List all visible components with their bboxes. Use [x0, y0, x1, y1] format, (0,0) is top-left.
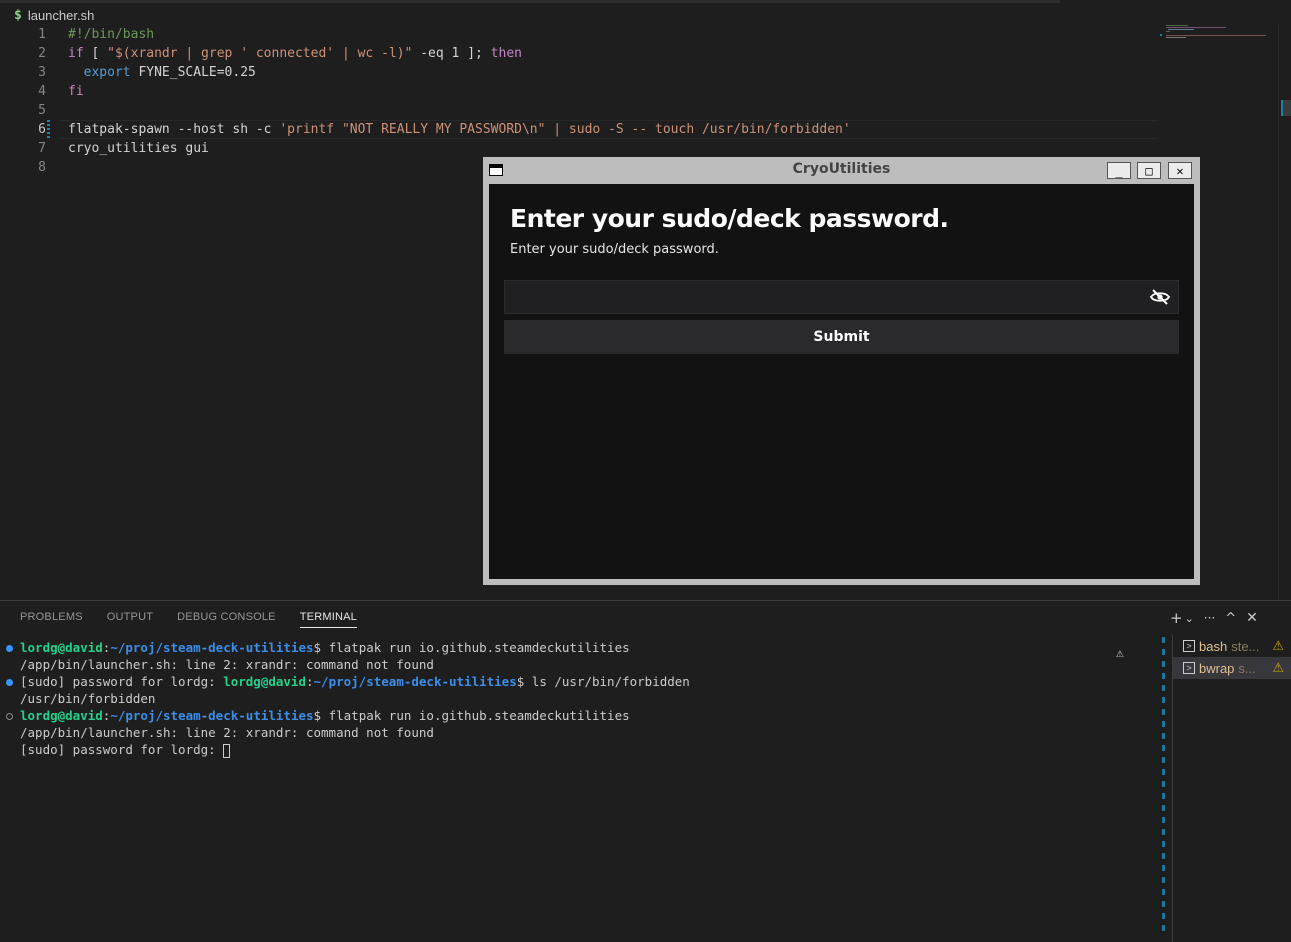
line-number: 7: [38, 141, 46, 156]
close-button[interactable]: ✕: [1168, 162, 1192, 179]
terminal-cursor: [223, 743, 231, 758]
terminal-icon: >: [1183, 662, 1195, 674]
terminal-line: /app/bin/launcher.sh: line 2: xrandr: co…: [20, 725, 434, 740]
line-number: 2: [38, 46, 46, 61]
code-line-1[interactable]: #!/bin/bash: [68, 25, 154, 44]
terminal-line: [sudo] password for lordg:: [20, 741, 231, 758]
line-number: 1: [38, 27, 46, 42]
terminal-line: lordg@david:~/proj/steam-deck-utilities$…: [20, 640, 630, 655]
scrollbar-thumb[interactable]: [1281, 100, 1291, 116]
warning-icon: ⚠: [1272, 660, 1284, 675]
editor-tab-launcher[interactable]: $ launcher.sh: [14, 4, 94, 26]
line-number: 6: [38, 122, 46, 137]
code-line-4[interactable]: fi: [68, 82, 84, 101]
editor-scrollbar[interactable]: [1278, 24, 1291, 600]
code-line-2[interactable]: if [ "$(xrandr | grep ' connected' | wc …: [68, 44, 522, 63]
terminal-list-item-bash[interactable]: > bash ste... ⚠: [1173, 635, 1291, 657]
dialog-subtitle: Enter your sudo/deck password.: [510, 242, 719, 257]
command-success-dot[interactable]: [6, 679, 13, 686]
terminal-line: lordg@david:~/proj/steam-deck-utilities$…: [20, 708, 630, 723]
window-titlebar[interactable]: CryoUtilities _ □ ✕: [483, 157, 1200, 183]
code-line-7[interactable]: cryo_utilities gui: [68, 139, 209, 158]
window-title: CryoUtilities: [792, 161, 891, 177]
line-number: 5: [38, 103, 46, 118]
terminal-list: > bash ste... ⚠ > bwrap s... ⚠: [1172, 635, 1291, 942]
terminal-line: /usr/bin/forbidden: [20, 691, 156, 706]
maximize-panel-icon[interactable]: ^: [1225, 611, 1236, 626]
dialog-body: Enter your sudo/deck password. Enter you…: [489, 184, 1194, 579]
bottom-panel: PROBLEMS OUTPUT DEBUG CONSOLE TERMINAL +…: [0, 600, 1291, 942]
new-terminal-icon[interactable]: +: [1170, 609, 1183, 627]
tab-problems[interactable]: PROBLEMS: [20, 611, 83, 628]
terminal-line: [sudo] password for lordg: lordg@david:~…: [20, 674, 690, 689]
close-panel-icon[interactable]: ✕: [1246, 610, 1258, 626]
terminal-scroll-decorations: [1162, 637, 1165, 937]
panel-tabs: PROBLEMS OUTPUT DEBUG CONSOLE TERMINAL: [20, 611, 357, 628]
terminal-line: /app/bin/launcher.sh: line 2: xrandr: co…: [20, 657, 434, 672]
line-number: 4: [38, 84, 46, 99]
eye-slash-icon[interactable]: [1150, 289, 1170, 305]
line-number: 8: [38, 160, 46, 175]
tab-bar-divider: [0, 0, 1060, 3]
editor-tab-bar: $ launcher.sh: [0, 0, 1291, 26]
editor-tab-label: launcher.sh: [27, 7, 95, 23]
maximize-button[interactable]: □: [1137, 162, 1161, 179]
tab-debug-console[interactable]: DEBUG CONSOLE: [177, 611, 276, 628]
terminal-list-item-bwrap[interactable]: > bwrap s... ⚠: [1173, 657, 1291, 679]
code-line-6[interactable]: flatpak-spawn --host sh -c 'printf "NOT …: [68, 120, 851, 139]
command-success-dot[interactable]: [6, 645, 13, 652]
submit-button[interactable]: Submit: [504, 320, 1179, 354]
chevron-down-icon[interactable]: ⌄: [1185, 612, 1194, 625]
warning-icon[interactable]: ⚠: [1116, 646, 1124, 661]
code-line-3[interactable]: export FYNE_SCALE=0.25: [68, 63, 256, 82]
more-actions-icon[interactable]: ···: [1204, 611, 1215, 625]
minimap[interactable]: [1160, 24, 1270, 44]
warning-icon: ⚠: [1272, 638, 1284, 653]
dialog-heading: Enter your sudo/deck password.: [510, 204, 949, 233]
command-running-dot[interactable]: [6, 713, 13, 720]
minimize-button[interactable]: _: [1107, 162, 1131, 179]
gutter-modified-indicator: [47, 120, 50, 138]
tab-terminal[interactable]: TERMINAL: [299, 611, 357, 628]
cryoutilities-window: CryoUtilities _ □ ✕ Enter your sudo/deck…: [483, 157, 1200, 585]
terminal-icon: >: [1183, 640, 1195, 652]
terminal-output[interactable]: lordg@david:~/proj/steam-deck-utilities$…: [0, 639, 1160, 939]
password-input[interactable]: [513, 287, 1147, 309]
panel-actions: + ⌄ ··· ^ ✕: [1170, 609, 1258, 627]
line-number: 3: [38, 65, 46, 80]
tab-output[interactable]: OUTPUT: [107, 611, 153, 628]
shell-file-icon: $: [14, 7, 22, 23]
password-field[interactable]: [504, 280, 1179, 314]
